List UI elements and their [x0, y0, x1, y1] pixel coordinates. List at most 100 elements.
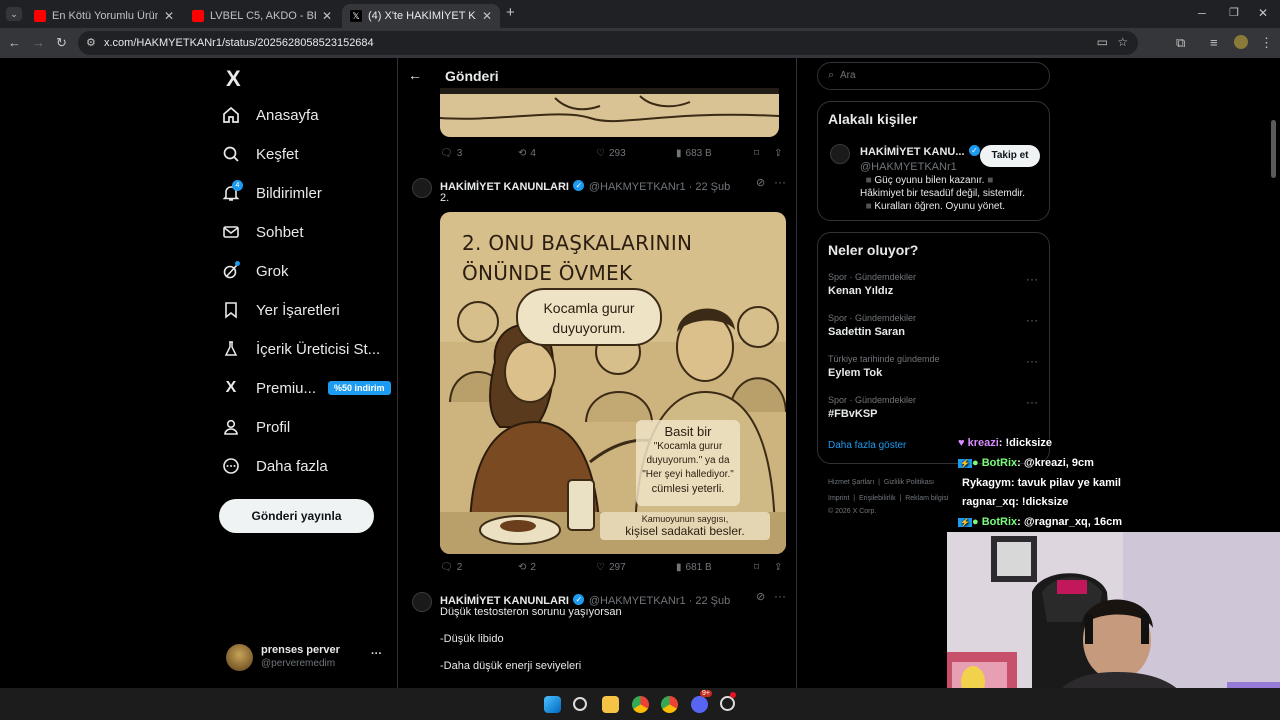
trend-item[interactable]: Spor · Gündemdekiler Sadettin Saran ··· — [828, 313, 1048, 338]
reading-list-icon[interactable]: ≡ — [1210, 36, 1218, 50]
app-icon[interactable] — [720, 692, 736, 711]
ads-info-link[interactable]: Reklam bilgisi — [905, 495, 948, 502]
trend-item[interactable]: Spor · Gündemdekiler #FBvKSP ··· — [828, 395, 1048, 420]
reply-button[interactable]: 🗨 3 — [440, 148, 462, 159]
chat-user: BotRix — [981, 457, 1018, 469]
trend-more-icon[interactable]: ··· — [1026, 354, 1038, 368]
chat-message: ♥ kreazi: !dicksize — [958, 437, 1052, 449]
file-explorer-icon[interactable] — [602, 696, 619, 713]
tab-search-button[interactable]: ⌄ — [6, 7, 22, 21]
page-scrollbar[interactable] — [1271, 120, 1276, 178]
repost-button[interactable]: ⟲ 4 — [518, 148, 536, 159]
bookmark-star-icon[interactable]: ☆ — [1117, 35, 1128, 49]
trend-item[interactable]: Türkiye tarihinde gündemde Eylem Tok ··· — [828, 354, 1048, 379]
author-name[interactable]: HAKİMİYET KANUNLARI — [440, 181, 569, 193]
chrome-icon[interactable] — [632, 696, 649, 713]
bot-badge-icon: ⚡ — [958, 518, 972, 527]
tab-1[interactable]: En Kötü Yorumlu Ürünleri Aldım ✕ — [26, 4, 182, 28]
site-info-icon[interactable]: ⚙ — [86, 36, 96, 49]
close-tab-icon[interactable]: ✕ — [322, 9, 332, 23]
menu-icon[interactable]: ⋮ — [1260, 36, 1273, 50]
extensions-icon[interactable]: ⧉ — [1176, 36, 1185, 50]
grok-icon — [220, 260, 242, 282]
imprint-link[interactable]: Imprint — [828, 495, 849, 502]
trend-more-icon[interactable]: ··· — [1026, 313, 1038, 327]
author-avatar[interactable] — [412, 592, 432, 612]
back-icon[interactable]: ← — [8, 36, 21, 50]
search-input[interactable]: ⌕ Ara — [817, 62, 1050, 90]
post-button[interactable]: Gönderi yayınla — [219, 499, 374, 533]
copyright: © 2026 X Corp. — [828, 508, 877, 515]
like-button[interactable]: ♡ 297 — [596, 562, 626, 573]
trend-more-icon[interactable]: ··· — [1026, 272, 1038, 286]
like-button[interactable]: ♡ 293 — [596, 148, 626, 159]
new-tab-button[interactable]: + — [506, 5, 515, 20]
account-more-icon[interactable]: ··· — [371, 648, 382, 660]
views-button[interactable]: ▮ 683 B — [676, 148, 712, 159]
sidebar-item-profile[interactable]: Profil — [220, 409, 290, 445]
sidebar-item-grok[interactable]: Grok — [220, 253, 289, 289]
sidebar-item-premium[interactable]: X Premiu... %50 indirim — [220, 370, 391, 406]
tab-3-active[interactable]: 𝕏 (4) X'te HAKİMİYET KANUNLARI ✕ — [342, 4, 500, 28]
repost-button[interactable]: ⟲ 2 — [518, 562, 536, 573]
tweet-more-icon[interactable]: ··· — [774, 175, 786, 189]
image-caption: Basit bir "Kocamla gurur duyuyorum." ya … — [636, 420, 740, 506]
profile-avatar[interactable] — [1234, 35, 1248, 49]
share-button[interactable]: ⇪ — [774, 148, 782, 159]
related-avatar[interactable] — [830, 144, 850, 164]
cast-icon[interactable]: ▭ — [1097, 35, 1108, 49]
bookmark-button[interactable]: ⌑ — [754, 148, 759, 159]
close-tab-icon[interactable]: ✕ — [482, 9, 492, 23]
views-button[interactable]: ▮ 681 B — [676, 562, 712, 573]
sidebar-item-bookmarks[interactable]: Yer İşaretleri — [220, 292, 340, 328]
discord-icon[interactable]: 9+ — [691, 690, 712, 713]
bookmark-button[interactable]: ⌑ — [754, 562, 759, 573]
sidebar-item-home[interactable]: Anasayfa — [220, 97, 319, 133]
tab-2[interactable]: LVBEL C5, AKDO - BEN ÜNLÜYÜM ✕ — [184, 4, 340, 28]
author-handle[interactable]: @HAKMYETKANr1 · 22 Şub — [589, 181, 730, 193]
sidebar-item-notifications[interactable]: 4 Bildirimler — [220, 175, 322, 211]
x-logo[interactable]: X — [226, 66, 241, 92]
windows-start-icon[interactable] — [544, 696, 561, 713]
show-more-link[interactable]: Daha fazla göster — [828, 440, 906, 451]
bell-icon: 4 — [220, 180, 243, 204]
previous-tweet-image[interactable] — [440, 88, 779, 137]
share-icon: ⇪ — [774, 148, 783, 159]
author-avatar[interactable] — [412, 178, 432, 198]
follow-button[interactable]: Takip et — [980, 145, 1040, 167]
grok-analyze-icon[interactable]: ⊘ — [756, 590, 765, 603]
reload-icon[interactable]: ↻ — [56, 36, 67, 50]
accessibility-link[interactable]: Erişilebilirlik — [859, 495, 896, 502]
trend-item[interactable]: Spor · Gündemdekiler Kenan Yıldız ··· — [828, 272, 1048, 297]
sidebar-item-creator-studio[interactable]: İçerik Üreticisi St... — [220, 331, 380, 367]
terms-link[interactable]: Hizmet Şartları — [828, 479, 874, 486]
minimize-icon[interactable]: ─ — [1198, 7, 1206, 21]
chrome-icon[interactable] — [661, 696, 678, 713]
main-column: ← Gönderi 🗨 3 ⟲ 4 ♡ 293 ▮ 683 B ⌑ ⇪ HAKİMİYE… — [397, 58, 797, 688]
tweet-more-icon[interactable]: ··· — [774, 589, 786, 603]
url-field[interactable]: ⚙ x.com/HAKMYETKANr1/status/202562805852… — [78, 31, 1138, 55]
tweet-image[interactable]: 2. ONU BAŞKALARININ ÖNÜNDE ÖVMEK Kocamla… — [440, 212, 786, 554]
sidebar-item-messages[interactable]: Sohbet — [220, 214, 304, 250]
heart-icon: ♡ — [596, 148, 605, 159]
share-button[interactable]: ⇪ — [774, 562, 782, 573]
reply-button[interactable]: 🗨 2 — [440, 562, 462, 573]
chat-user: Rykagym — [962, 477, 1011, 489]
close-window-icon[interactable]: ✕ — [1258, 6, 1268, 20]
privacy-link[interactable]: Gizlilik Politikası — [884, 479, 934, 486]
sidebar-item-more[interactable]: Daha fazla — [220, 448, 328, 484]
close-tab-icon[interactable]: ✕ — [164, 9, 174, 23]
sidebar-item-explore[interactable]: Keşfet — [220, 136, 299, 172]
panel-title: Neler oluyor? — [828, 242, 919, 258]
restore-icon[interactable]: ❐ — [1229, 6, 1239, 20]
forward-icon[interactable]: → — [32, 36, 45, 50]
account-switcher[interactable]: prenses perver @perveremedim ··· — [226, 642, 386, 672]
trend-more-icon[interactable]: ··· — [1026, 395, 1038, 409]
person-icon — [220, 416, 242, 438]
search-icon[interactable] — [573, 697, 587, 711]
grok-analyze-icon[interactable]: ⊘ — [756, 176, 765, 189]
chat-message: ⚡ ● BotRix: @ragnar_xq, 16cm — [958, 516, 1123, 528]
page-title: Gönderi — [445, 68, 499, 84]
speech-bubble: Kocamla gurur duyuyorum. — [516, 288, 662, 346]
back-arrow-icon[interactable]: ← — [408, 67, 422, 83]
